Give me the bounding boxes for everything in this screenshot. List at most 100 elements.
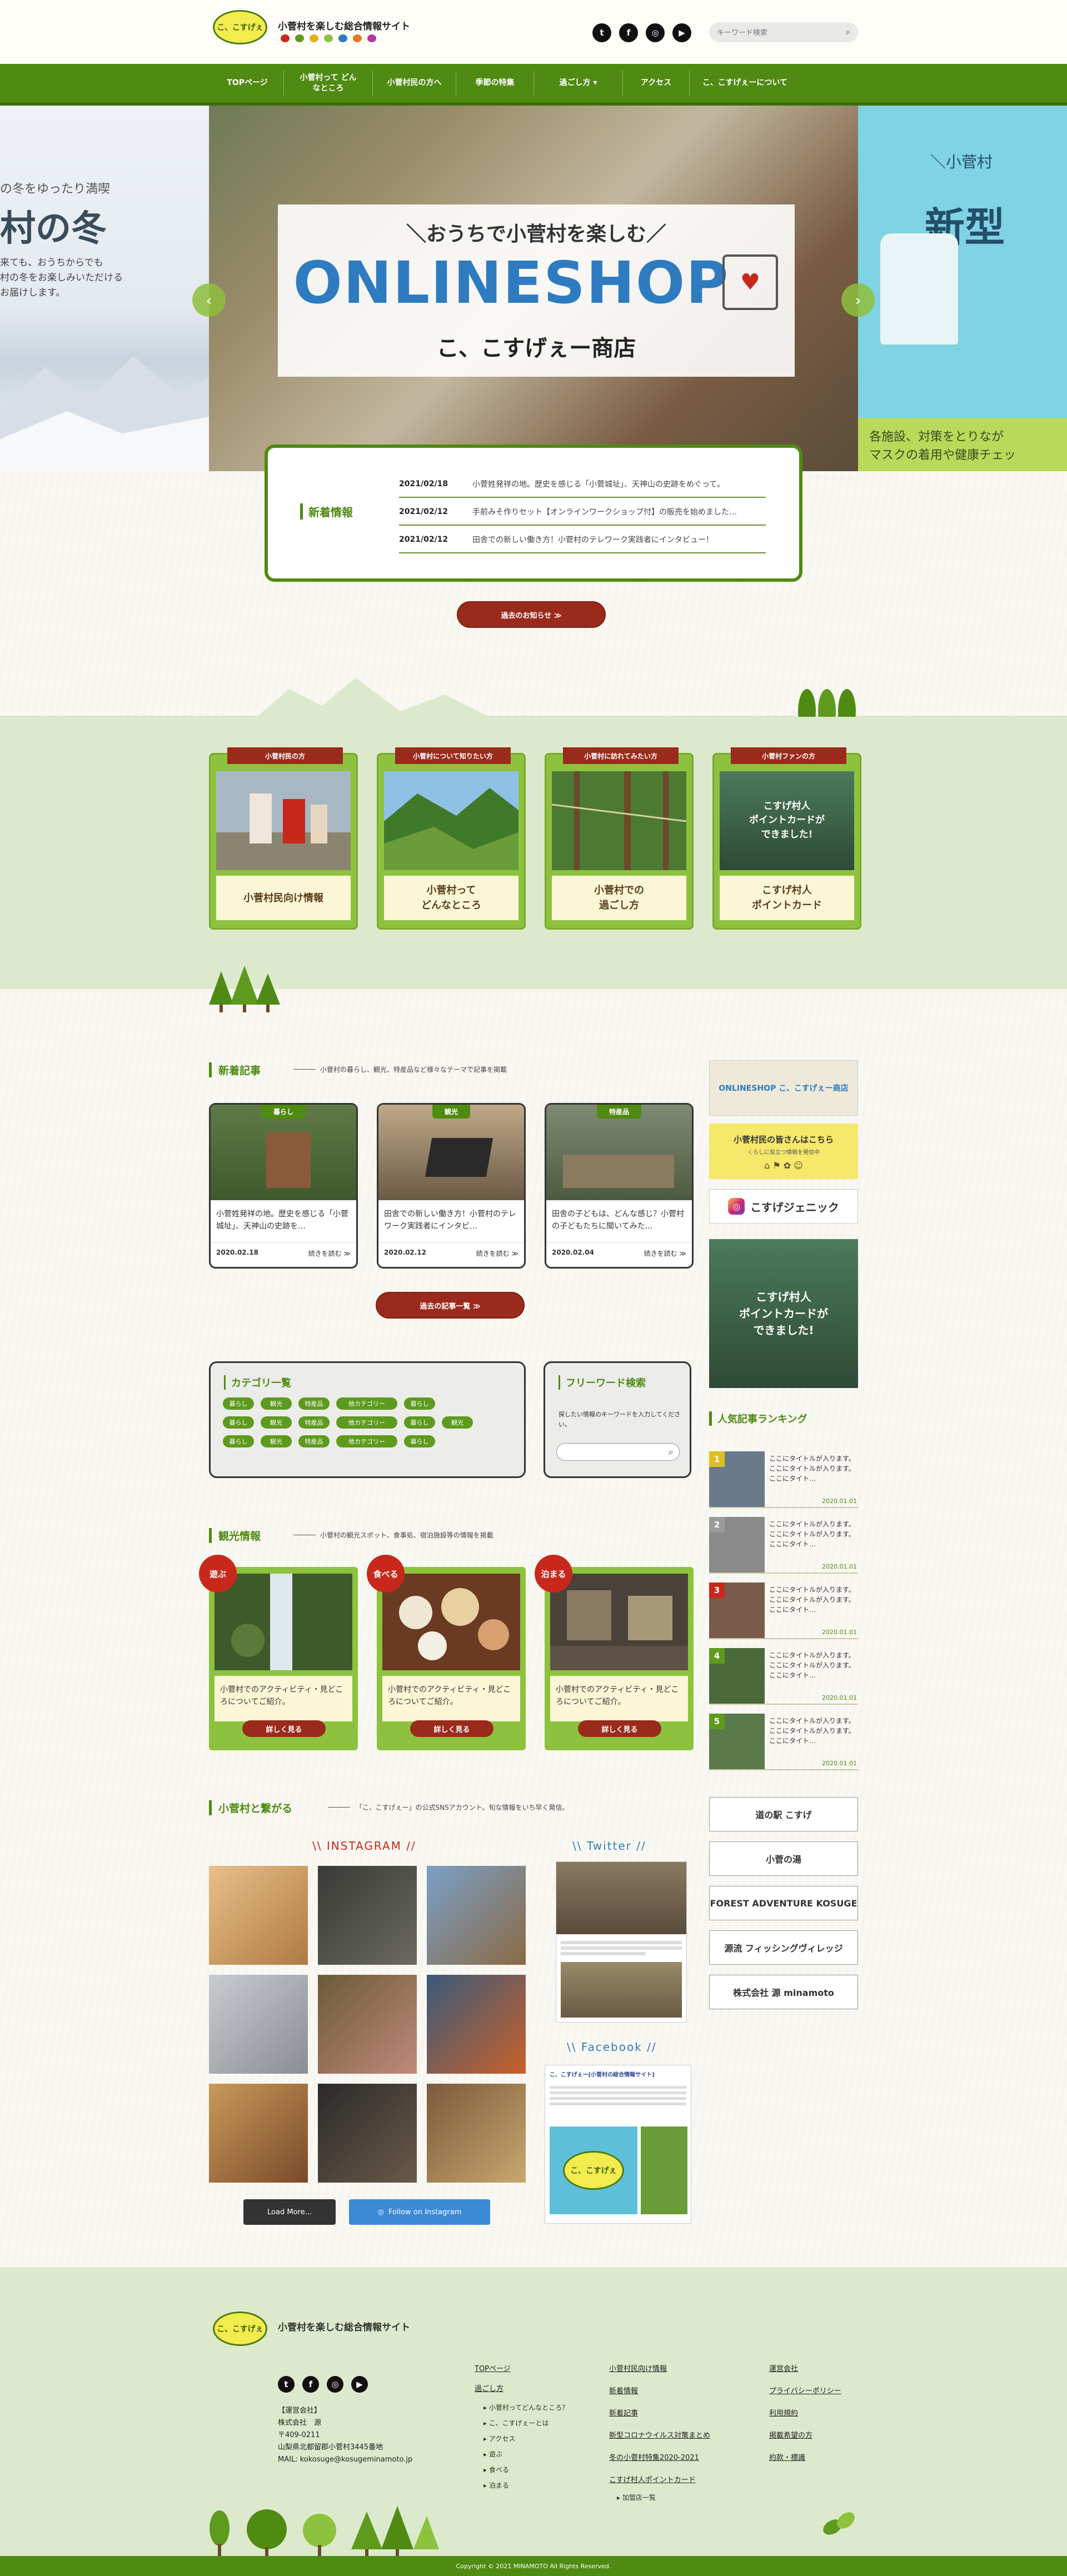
read-more-link[interactable]: 続きを読む ≫ — [476, 1249, 518, 1258]
external-banner[interactable]: 道の駅 こすげ — [709, 1797, 858, 1831]
category-tag[interactable]: 他カテゴリー — [336, 1397, 397, 1410]
search-input[interactable] — [717, 28, 834, 37]
article-card[interactable]: 特産品 田舎の子どもは、どんな感じ？小菅村の子どもたちに聞いてみた… 2020.… — [545, 1103, 694, 1269]
category-card-residents[interactable]: 小菅村民の方 小菅村民向け情報 — [209, 747, 358, 930]
follow-instagram-button[interactable]: ◎ Follow on Instagram — [349, 2199, 490, 2225]
footer-logo[interactable]: こ、こすげぇ — [213, 2312, 267, 2346]
footer-link[interactable]: 小菅村民向け情報 — [609, 2363, 667, 2373]
instagram-post[interactable] — [318, 1975, 417, 2074]
instagram-icon[interactable]: ◎ — [327, 2376, 343, 2393]
twitter-icon[interactable]: t — [278, 2376, 295, 2393]
category-tag[interactable]: 暮らし — [404, 1397, 435, 1410]
article-card[interactable]: 暮らし 小菅姓発祥の地。歴史を感じる「小菅城址」、天神山の史跡を… 2020.0… — [209, 1103, 358, 1269]
slide-winter[interactable]: の冬をゆったり満喫 村の冬 来ても、おうちからでも 村の冬をお楽しみいただける お届… — [0, 106, 209, 471]
facebook-icon[interactable]: f — [619, 23, 638, 42]
footer-sublink[interactable]: ▸ 泊まる — [483, 2480, 509, 2490]
footer-sublink[interactable]: ▸ 小菅村ってどんなところ？ — [483, 2403, 569, 2412]
twitter-timeline[interactable] — [556, 1861, 687, 2023]
category-tag[interactable]: 特産品 — [298, 1435, 330, 1447]
nav-item-about-site[interactable]: こ、こすげぇーについて — [689, 71, 800, 96]
footer-sublink[interactable]: ▸ 遊ぶ — [483, 2449, 502, 2459]
facebook-icon[interactable]: f — [302, 2376, 319, 2393]
sidebar-banner-onlineshop[interactable]: ONLINESHOP こ、こすげぇー商店 — [709, 1060, 858, 1116]
category-tag[interactable]: 観光 — [261, 1416, 292, 1429]
footer-link[interactable]: 約款・標識 — [769, 2452, 805, 2462]
news-item[interactable]: 2021/02/12 田舎での新しい働き方！小菅村のテレワーク実践者にインタビュ… — [399, 527, 766, 553]
site-logo[interactable]: こ、こすげぇ — [213, 10, 267, 44]
category-tag[interactable]: 特産品 — [298, 1397, 330, 1410]
category-tag[interactable]: 観光 — [261, 1397, 292, 1410]
footer-sublink[interactable]: ▸ 食べる — [483, 2465, 509, 2474]
category-card-about[interactable]: 小菅村について知りたい方 小菅村って どんなところ — [377, 747, 526, 930]
article-card[interactable]: 観光 田舎での新しい働き方！小菅村のテレワーク実践者にインタビ… 2020.02… — [377, 1103, 526, 1269]
category-tag[interactable]: 暮らし — [404, 1416, 435, 1429]
facebook-timeline[interactable]: こ、こすげぇー[小菅村の総合情報サイト] こ、こすげぇ — [545, 2065, 691, 2224]
category-tag[interactable]: 特産品 — [298, 1416, 330, 1429]
instagram-post[interactable] — [427, 1975, 526, 2074]
search-icon[interactable]: ⌕ — [846, 28, 850, 37]
instagram-post[interactable] — [427, 2084, 526, 2183]
sightseeing-card-stay[interactable]: 泊まる 小菅村でのアクティビティ・見どころについてご紹介。 詳しく見る — [535, 1555, 694, 1750]
slider-prev-button[interactable]: ‹ — [192, 283, 226, 317]
footer-sublink[interactable]: ▸ こ、こすげぇーとは — [483, 2418, 549, 2428]
footer-link[interactable]: 過ごし方 — [475, 2383, 503, 2393]
footer-link[interactable]: 新着情報 — [609, 2385, 638, 2395]
slide-onlineshop[interactable]: ＼おうちで小菅村を楽しむ／ ONLINESHOP ♥ こ、こすげぇー商店 — [209, 106, 858, 471]
articles-archive-button[interactable]: 過去の記事一覧 ≫ — [376, 1292, 525, 1319]
category-tag[interactable]: 暮らし — [223, 1397, 254, 1410]
read-more-link[interactable]: 続きを読む ≫ — [308, 1249, 351, 1258]
instagram-post[interactable] — [209, 2084, 308, 2183]
footer-sublink[interactable]: ▸ アクセス — [483, 2434, 515, 2443]
nav-item-howto[interactable]: 過ごし方 ▾ — [534, 71, 622, 96]
footer-link[interactable]: 運営会社 — [769, 2363, 798, 2373]
twitter-icon[interactable]: t — [592, 23, 611, 42]
instagram-post[interactable] — [427, 1866, 526, 1965]
nav-item-season[interactable]: 季節の特集 — [456, 71, 534, 96]
external-banner[interactable]: 源流 フィッシングヴィレッジ — [709, 1930, 858, 1965]
external-banner[interactable]: 小菅の湯 — [709, 1841, 858, 1876]
footer-link[interactable]: 冬の小菅村特集2020-2021 — [609, 2452, 699, 2462]
footer-link[interactable]: TOPページ — [475, 2363, 511, 2373]
instagram-icon[interactable]: ◎ — [646, 23, 665, 42]
instagram-post[interactable] — [209, 1975, 308, 2074]
footer-sublink[interactable]: ▸ 加盟店一覧 — [617, 2493, 656, 2502]
ranking-item[interactable]: 2 ここにタイトルが入ります。ここにタイトルが入ります。ここにタイト… 2020.0… — [709, 1516, 858, 1574]
category-tag[interactable]: 他カテゴリー — [336, 1416, 397, 1429]
category-tag[interactable]: 観光 — [442, 1416, 473, 1429]
footer-link[interactable]: こすげ村人ポイントカード — [609, 2474, 696, 2484]
category-tag[interactable]: 暮らし — [404, 1435, 435, 1447]
nav-item-access[interactable]: アクセス — [622, 71, 689, 96]
category-tag[interactable]: 暮らし — [223, 1435, 254, 1447]
sidebar-banner-instagram[interactable]: ◎ こすげジェニック — [709, 1189, 858, 1224]
sidebar-banner-pointcard[interactable]: こすげ村人 ポイントカードが できました! — [709, 1239, 858, 1388]
news-item[interactable]: 2021/02/18 小菅姓発祥の地。歴史を感じる「小菅城址」、天神山の史跡をめ… — [399, 471, 766, 498]
category-tag[interactable]: 他カテゴリー — [336, 1435, 397, 1447]
footer-link[interactable]: 新着記事 — [609, 2407, 638, 2418]
category-tag[interactable]: 暮らし — [223, 1416, 254, 1429]
nav-item-top[interactable]: TOPページ — [211, 71, 283, 96]
instagram-post[interactable] — [209, 1866, 308, 1965]
details-button[interactable]: 詳しく見る — [242, 1720, 326, 1737]
ranking-item[interactable]: 3 ここにタイトルが入ります。ここにタイトルが入ります。ここにタイト… 2020.0… — [709, 1581, 858, 1639]
footer-link[interactable]: 掲載希望の方 — [769, 2429, 812, 2440]
nav-item-residents[interactable]: 小菅村民の方へ — [372, 71, 456, 96]
details-button[interactable]: 詳しく見る — [410, 1720, 493, 1737]
freeword-input[interactable] — [569, 1447, 669, 1456]
sidebar-banner-villager[interactable]: 小菅村民の皆さんはこちら くらしに役立つ情報を発信中 ⌂ ⚑ ✿ ☺ — [709, 1124, 858, 1179]
footer-link[interactable]: 新型コロナウイルス対策まとめ — [609, 2429, 710, 2440]
news-archive-button[interactable]: 過去のお知らせ ≫ — [457, 601, 606, 628]
youtube-icon[interactable]: ▶ — [672, 23, 691, 42]
slider-next-button[interactable]: › — [841, 283, 875, 317]
sightseeing-card-eat[interactable]: 食べる 小菅村でのアクティビティ・見どころについてご紹介。 詳しく見る — [367, 1555, 526, 1750]
instagram-post[interactable] — [318, 1866, 417, 1965]
ranking-item[interactable]: 1 ここにタイトルが入ります。ここにタイトルが入ります。ここにタイト… 2020.0… — [709, 1450, 858, 1508]
details-button[interactable]: 詳しく見る — [578, 1720, 661, 1737]
ranking-item[interactable]: 4 ここにタイトルが入ります。ここにタイトルが入ります。ここにタイト… 2020.0… — [709, 1647, 858, 1705]
load-more-button[interactable]: Load More... — [243, 2199, 336, 2225]
ranking-item[interactable]: 5 ここにタイトルが入ります。ここにタイトルが入ります。ここにタイト… 2020.0… — [709, 1713, 858, 1770]
search-icon[interactable]: ⌕ — [669, 1446, 674, 1457]
nav-item-about[interactable]: 小菅村って どんなところ — [283, 71, 372, 96]
sightseeing-card-play[interactable]: 遊ぶ 小菅村でのアクティビティ・見どころについてご紹介。 詳しく見る — [199, 1555, 358, 1750]
category-card-fans[interactable]: 小菅村ファンの方 こすげ村人 ポイントカードが できました! こすげ村人 ポイントカ… — [712, 747, 861, 930]
external-banner[interactable]: 株式会社 源 minamoto — [709, 1975, 858, 2009]
